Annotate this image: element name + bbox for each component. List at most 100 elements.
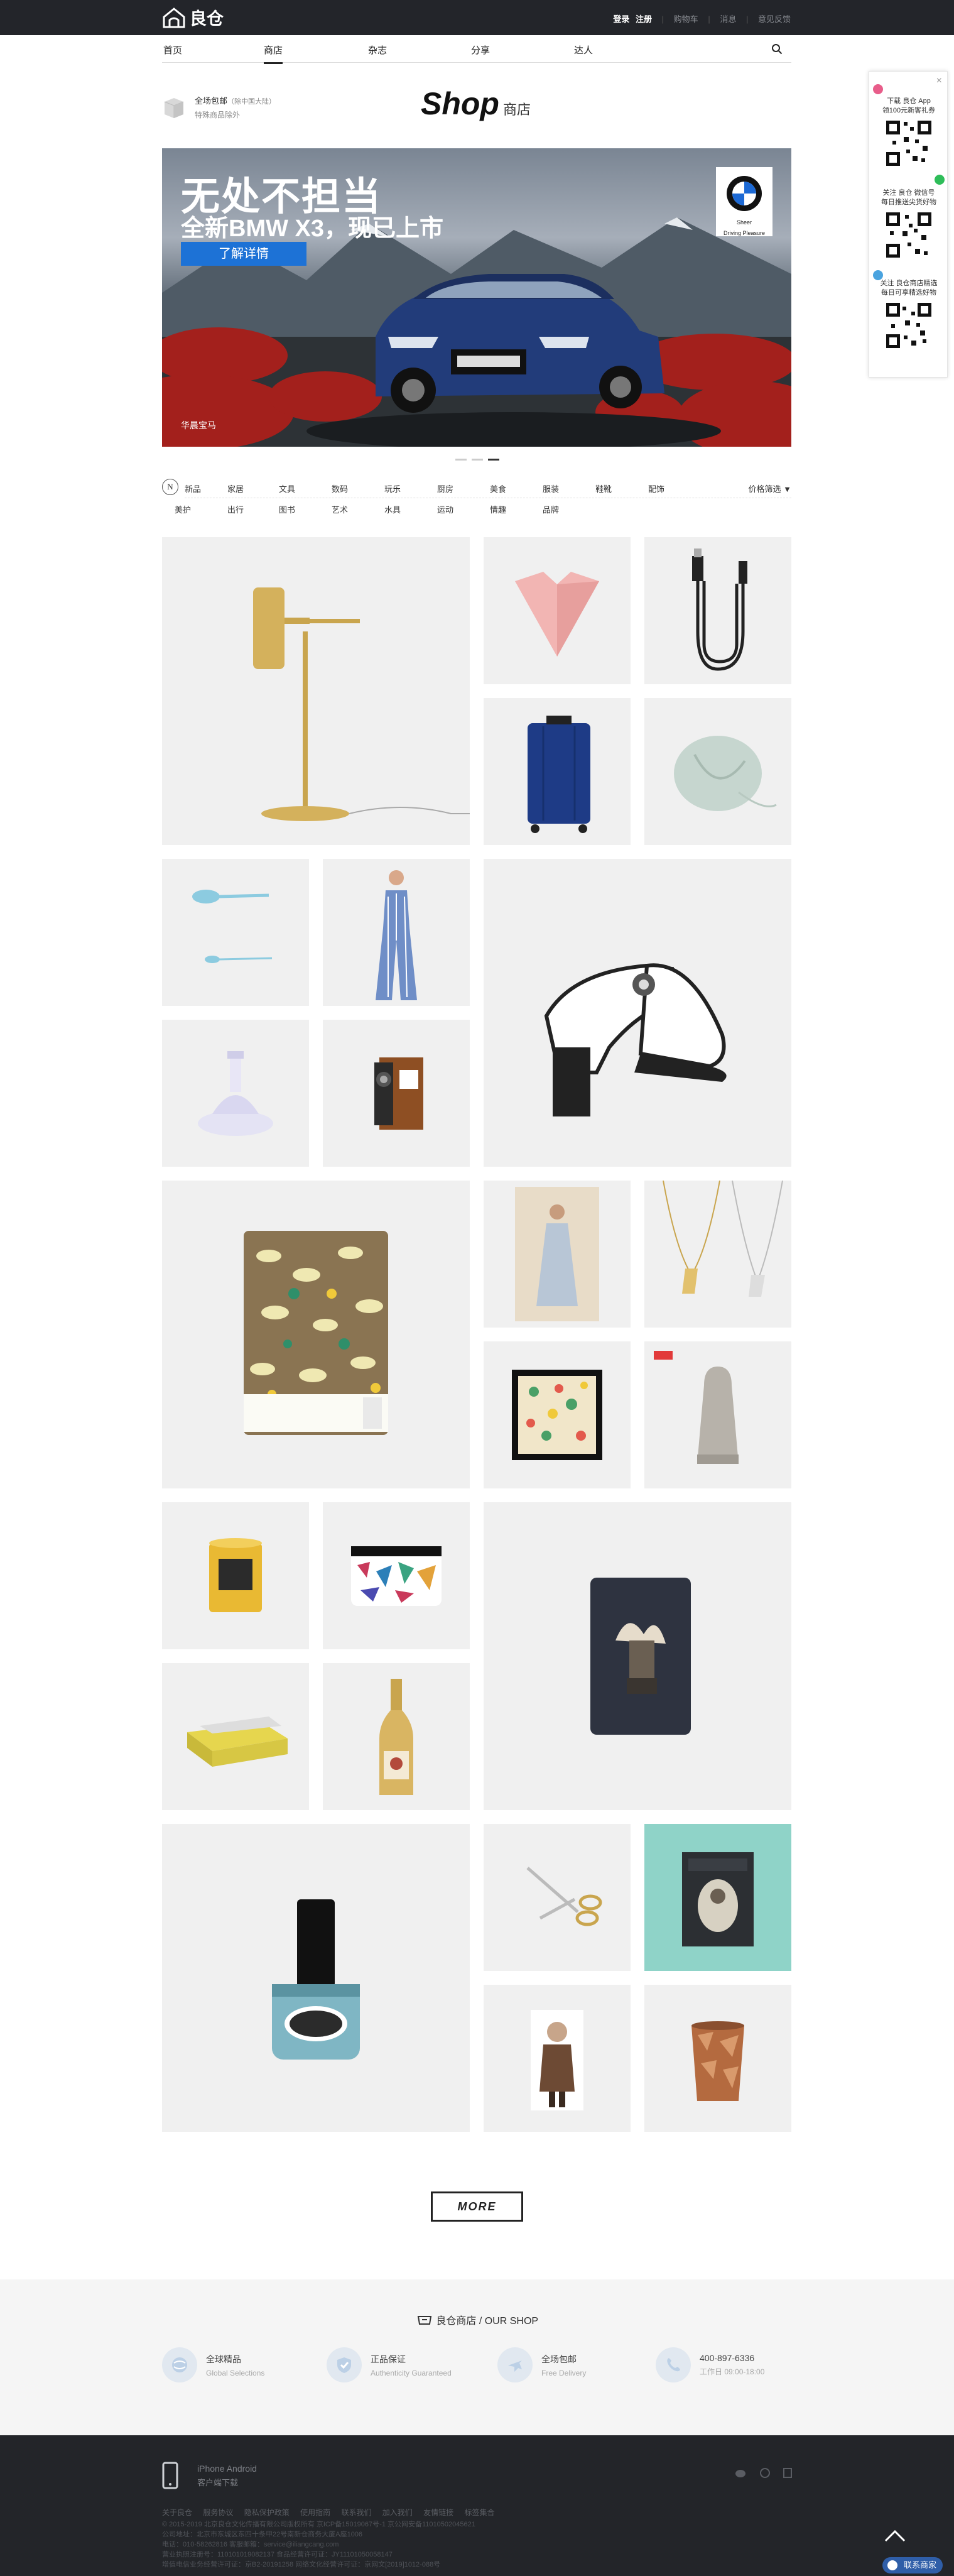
necklace-image xyxy=(663,1180,783,1297)
category-fun[interactable]: 玩乐 xyxy=(384,483,401,494)
shipping-info: 全场包邮（除中国大陆） 特殊商品除外 xyxy=(162,94,276,120)
carousel-dot[interactable] xyxy=(471,459,483,461)
product-printed-pouch[interactable] xyxy=(323,1502,470,1649)
category-sports[interactable]: 运动 xyxy=(437,503,453,515)
category-new[interactable]: 新品 xyxy=(185,483,201,494)
footer-link-about[interactable]: 关于良仓 xyxy=(162,2508,192,2517)
product-gold-scissors[interactable] xyxy=(484,1824,631,1971)
product-mint-earbud-case[interactable] xyxy=(644,698,791,845)
product-striped-jumpsuit[interactable] xyxy=(323,859,470,1006)
footer-link-privacy[interactable]: 隐私保护政策 xyxy=(244,2508,290,2517)
footer-link-guide[interactable]: 使用指南 xyxy=(300,2508,330,2517)
category-brands[interactable]: 品牌 xyxy=(543,503,559,515)
qrcode-icon[interactable] xyxy=(783,2468,792,2481)
product-floral-art-print[interactable] xyxy=(484,1341,631,1488)
shipping-exception: 特殊商品除外 xyxy=(195,111,241,119)
category-food[interactable]: 美食 xyxy=(490,483,506,494)
champagne-image xyxy=(379,1679,413,1795)
product-brass-desk-lamp[interactable] xyxy=(162,537,470,845)
product-copper-cup[interactable] xyxy=(644,1985,791,2132)
category-beauty[interactable]: 美护 xyxy=(175,503,191,515)
nav-home[interactable]: 首页 xyxy=(163,43,182,57)
shipping-note: （除中国大陆） xyxy=(227,98,276,106)
product-nail-polish[interactable] xyxy=(162,1824,470,2132)
product-blue-suitcase[interactable] xyxy=(484,698,631,845)
banner-details-button[interactable]: 了解详情 xyxy=(181,242,306,266)
back-to-top-icon[interactable] xyxy=(879,2521,911,2552)
carousel-dot[interactable] xyxy=(455,459,467,461)
product-blue-spoon[interactable] xyxy=(162,859,309,1006)
wechat-icon[interactable] xyxy=(759,2468,771,2481)
glass-diffuser-image xyxy=(198,1051,273,1136)
more-button[interactable]: MORE xyxy=(431,2191,523,2222)
shop-promises: 良仓商店 / OUR SHOP 全球精品 Global Selections 正品… xyxy=(0,2279,954,2435)
nav-experts[interactable]: 达人 xyxy=(574,43,593,57)
category-shoes[interactable]: 鞋靴 xyxy=(595,483,612,494)
feature-hotline-number[interactable]: 400-897-6336 xyxy=(700,2353,764,2363)
nav-shop[interactable]: 商店 xyxy=(264,43,283,64)
product-gold-necklace[interactable] xyxy=(644,1180,791,1328)
category-apparel[interactable]: 服装 xyxy=(543,483,559,494)
category-stationery[interactable]: 文具 xyxy=(279,483,295,494)
footer-link-tags[interactable]: 标签集合 xyxy=(465,2508,495,2517)
brand-logo[interactable]: 良仓 xyxy=(162,5,224,30)
footer-link-friends[interactable]: 友情链接 xyxy=(423,2508,453,2517)
product-floral-notebook[interactable] xyxy=(162,1181,470,1488)
feature-delivery: 全场包邮 Free Delivery xyxy=(497,2347,586,2382)
product-white-mule-heel[interactable] xyxy=(484,859,791,1167)
search-icon[interactable] xyxy=(771,43,783,55)
qr-code-icon xyxy=(884,118,934,168)
hero-banner[interactable]: 无处不担当 全新BMW X3，现已上市 了解详情 Sheer Driving P… xyxy=(162,148,791,447)
nav-magazine[interactable]: 杂志 xyxy=(368,43,387,57)
product-figure-pillow[interactable] xyxy=(484,1985,631,2132)
mini-program-subtitle: 每日可享精选好物 xyxy=(881,289,936,297)
category-drinkware[interactable]: 水具 xyxy=(384,503,401,515)
chat-bubble-icon xyxy=(887,2560,897,2570)
product-pink-heart-dish[interactable] xyxy=(484,537,631,684)
category-home[interactable]: 家居 xyxy=(227,483,244,494)
footer-link-careers[interactable]: 加入我们 xyxy=(382,2508,413,2517)
chat-button[interactable]: 联系商家 xyxy=(882,2557,943,2573)
product-shaving-brush[interactable] xyxy=(484,1502,791,1810)
app-download[interactable]: iPhone Android 客户端下载 xyxy=(162,2462,257,2489)
close-icon[interactable]: × xyxy=(936,75,942,87)
product-yellow-candle[interactable] xyxy=(162,1502,309,1649)
category-filter: N 新品 家居 文具 数码 玩乐 厨房 美食 服装 鞋靴 配饰 价格筛选 ▼ 美… xyxy=(162,478,791,518)
product-usb-cable[interactable] xyxy=(644,537,791,684)
feature-global-title: 全球精品 xyxy=(206,2354,241,2364)
carousel-dot-active[interactable] xyxy=(487,459,499,461)
category-travel[interactable]: 出行 xyxy=(227,503,244,515)
product-stone-diffuser[interactable] xyxy=(644,1341,791,1488)
category-digital[interactable]: 数码 xyxy=(332,483,348,494)
price-filter-dropdown[interactable]: 价格筛选 ▼ xyxy=(748,483,791,494)
login-link[interactable]: 登录 xyxy=(613,14,629,24)
product-glass-diffuser[interactable] xyxy=(162,1020,309,1167)
product-english-book[interactable] xyxy=(644,1824,791,1971)
desk-lamp-image xyxy=(253,587,470,821)
category-books[interactable]: 图书 xyxy=(279,503,295,515)
category-art[interactable]: 艺术 xyxy=(332,503,348,515)
category-accessories[interactable]: 配饰 xyxy=(648,483,664,494)
phone-icon xyxy=(656,2347,691,2382)
cart-link[interactable]: 购物车 xyxy=(674,14,698,24)
footer-link-terms[interactable]: 服务协议 xyxy=(203,2508,233,2517)
mini-program-title: 关注 良仓商店精选 xyxy=(880,280,938,287)
bmw-tagline-1: Sheer xyxy=(736,219,752,226)
suitcase-image xyxy=(528,716,590,833)
register-link[interactable]: 注册 xyxy=(636,14,652,24)
art-print-image xyxy=(512,1370,602,1460)
white-dress-image xyxy=(515,1187,599,1321)
product-instant-camera[interactable] xyxy=(323,1020,470,1167)
product-yellow-towels[interactable] xyxy=(162,1663,309,1810)
nav-share[interactable]: 分享 xyxy=(471,43,490,57)
product-white-dress[interactable] xyxy=(484,1181,631,1328)
feature-delivery-title: 全场包邮 xyxy=(541,2354,577,2364)
category-kitchen[interactable]: 厨房 xyxy=(437,483,453,494)
feedback-link[interactable]: 意见反馈 xyxy=(758,14,791,24)
product-champagne-bottle[interactable] xyxy=(323,1663,470,1810)
notifications-link[interactable]: 消息 xyxy=(720,14,736,24)
footer-link-contact[interactable]: 联系我们 xyxy=(341,2508,371,2517)
book-image xyxy=(682,1852,754,1946)
weibo-icon[interactable] xyxy=(735,2468,746,2481)
category-intimate[interactable]: 情趣 xyxy=(490,503,506,515)
